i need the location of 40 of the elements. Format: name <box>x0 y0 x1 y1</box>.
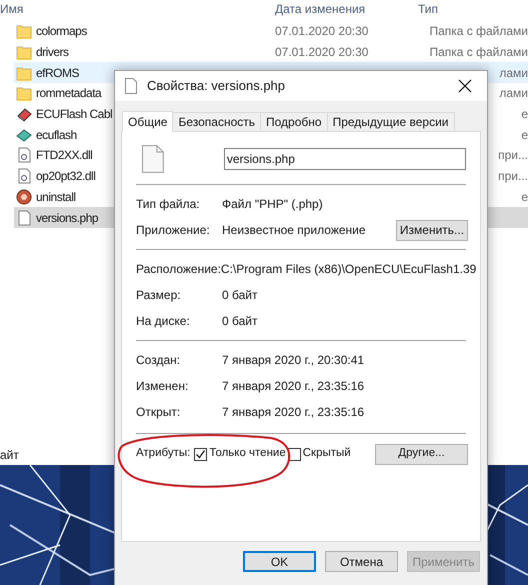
file-type: е <box>521 188 528 206</box>
date-modified: 07.01.2020 20:30 <box>275 44 368 62</box>
status-bar-text: айт <box>0 447 19 464</box>
field-label: Открыт: <box>136 404 182 421</box>
file-name: uninstall <box>36 188 76 206</box>
file-name: rommetadata <box>36 85 102 102</box>
field-label: Тип файла: <box>136 196 201 213</box>
field-value: Неизвестное приложение <box>222 222 366 239</box>
field-label: Размер: <box>136 287 182 304</box>
date-modified: 07.01.2020 20:30 <box>275 23 368 40</box>
field-label: Изменен: <box>136 378 190 395</box>
file-type: Папка с файлами <box>429 44 528 62</box>
attributes-label: Атрибуты: <box>136 446 190 462</box>
file-name: FTD2XX.dll <box>36 147 92 164</box>
field-value: Файл "PHP" (.php) <box>222 196 323 213</box>
field-value: 0 байт <box>222 287 258 304</box>
file-name: colormaps <box>36 23 87 40</box>
file-type: е <box>521 126 528 144</box>
file-type: лами <box>499 85 528 102</box>
window-title: Свойства: versions.php <box>147 77 286 96</box>
file-name: drivers <box>36 44 69 62</box>
file-name: ECUFlash Cabl <box>36 106 112 124</box>
field-value: 7 января 2020 г., 20:30:41 <box>222 352 364 369</box>
file-type: лами <box>499 64 528 82</box>
field-label: Расположение: <box>136 261 221 278</box>
file-type: е <box>521 106 528 124</box>
file-type: при... <box>498 147 528 164</box>
field-value: C:\Program Files (x86)\OpenECU\EcuFlash1.39 <box>220 261 476 278</box>
file-name: versions.php <box>36 210 98 227</box>
file-type: при... <box>498 168 528 186</box>
file-name: ecuflash <box>36 126 77 144</box>
field-value: 7 января 2020 г., 23:35:16 <box>222 404 364 421</box>
field-label: На диске: <box>136 313 191 330</box>
field-value: 0 байт <box>222 313 258 330</box>
field-label: Создан: <box>136 352 182 369</box>
field-label: Приложение: <box>136 222 211 239</box>
file-name: op20pt32.dll <box>36 168 96 186</box>
field-value: 7 января 2020 г., 23:35:16 <box>222 378 364 395</box>
file-type: Папка с файлами <box>429 23 528 40</box>
file-name: efROMS <box>36 64 80 82</box>
